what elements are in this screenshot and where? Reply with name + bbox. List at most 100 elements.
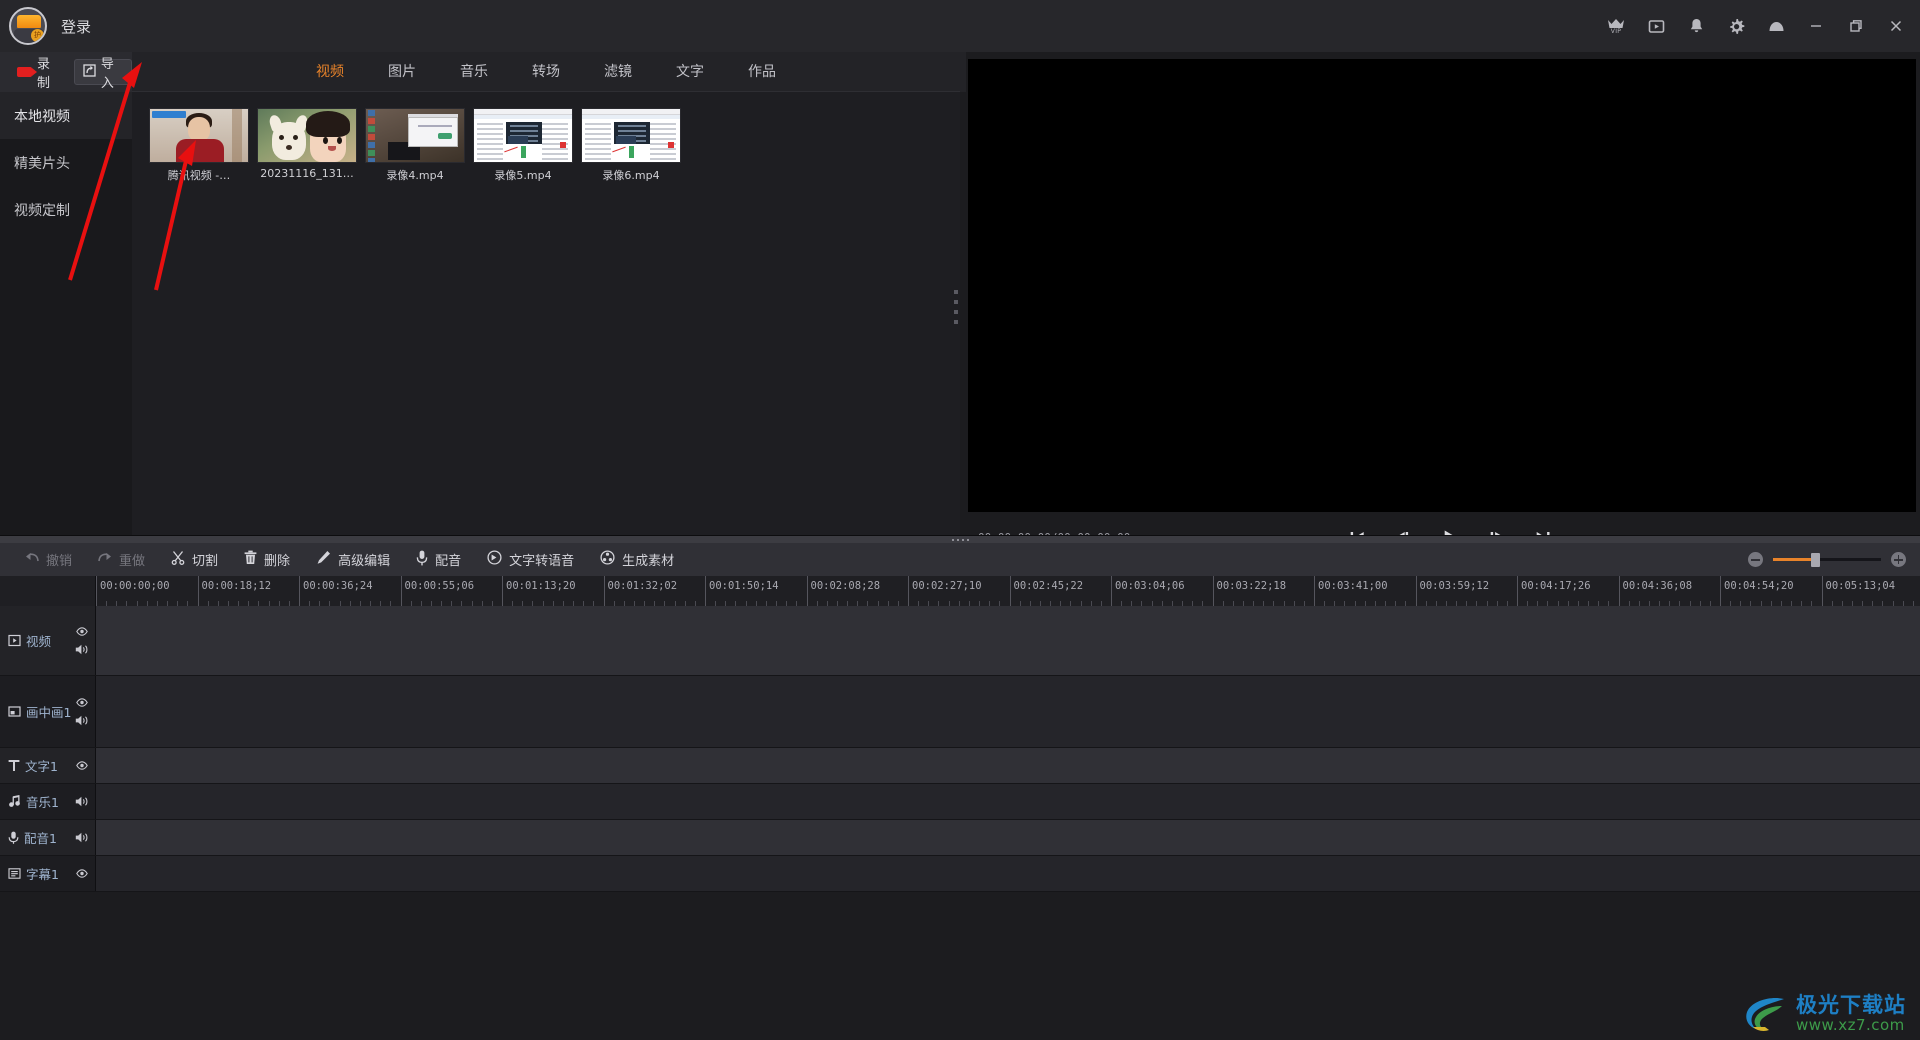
tab-filter[interactable]: 滤镜 [582,52,654,92]
delete-button[interactable]: 删除 [231,547,303,573]
media-item[interactable]: 腾讯视频 -… [149,108,249,182]
track-header[interactable]: 音乐1 [0,784,96,819]
media-thumbnail-grid: 腾讯视频 -… 20231116_131… 录像4.mp4 录像5.mp4 录像… [132,92,960,535]
zoom-in-button[interactable] [1891,552,1906,567]
ruler-major-mark [1111,576,1112,606]
speaker-icon[interactable] [75,796,88,807]
track-header[interactable]: 配音1 [0,820,96,855]
ruler-scale[interactable]: 00:00:00;00 00:00:18;12 00:00:36;24 00:00:5… [96,576,1920,606]
media-thumbnail-image [581,108,681,163]
eye-icon[interactable] [76,761,88,770]
panel-resize-handle[interactable] [952,290,960,324]
timeline-toolbar: 撤销 重做 切割 删除 高级编辑 配音 文字转语音 生成素材 [0,543,1920,576]
media-item[interactable]: 录像6.mp4 [581,108,681,182]
media-item[interactable]: 20231116_131… [257,108,357,181]
minimize-icon[interactable] [1796,6,1836,46]
track-lane[interactable] [96,820,1920,855]
login-label[interactable]: 登录 [61,16,91,37]
redo-icon [98,551,112,568]
redo-button[interactable]: 重做 [85,547,158,573]
tab-text[interactable]: 文字 [654,52,726,92]
import-icon [83,63,96,81]
sidebar-item-intro[interactable]: 精美片头 [0,139,132,186]
close-icon[interactable] [1876,6,1916,46]
titlebar-icon-group: VIP [1596,6,1916,46]
track-label: 配音1 [24,831,57,846]
ruler-major-mark [1821,576,1823,606]
dubbing-button[interactable]: 配音 [403,547,474,573]
timeline-resize-handle[interactable] [0,536,1920,543]
record-button[interactable]: 录制 [8,57,68,91]
import-button[interactable]: 导入 [73,57,132,91]
video-tutorial-icon[interactable] [1636,6,1676,46]
record-label: 录制 [37,57,51,91]
tab-image[interactable]: 图片 [366,52,438,92]
tab-works[interactable]: 作品 [726,52,798,92]
gear-icon[interactable] [1716,6,1756,46]
generate-material-button[interactable]: 生成素材 [587,547,687,573]
dubbing-label: 配音 [435,554,462,569]
timeline-ruler[interactable]: 00:00:00;00 00:00:18;12 00:00:36;24 00:00:5… [0,576,1920,606]
track-header[interactable]: 字幕1 [0,856,96,891]
ruler-tick-label: 00:02:27;10 [912,580,982,592]
media-item[interactable]: 录像4.mp4 [365,108,465,182]
ruler-major-mark [603,576,605,606]
track-header[interactable]: 视频 [0,606,96,675]
zoom-slider-handle[interactable] [1811,553,1820,567]
scissors-icon [171,550,185,569]
tab-music[interactable]: 音乐 [438,52,510,92]
eye-icon[interactable] [75,697,88,707]
camera-record-icon [17,67,37,77]
vip-crown-icon[interactable]: VIP [1596,6,1636,46]
ruler-tick-label: 00:04:36;08 [1622,580,1693,592]
maximize-icon[interactable] [1836,6,1876,46]
mic-track-icon [8,831,19,844]
ruler-major-mark [1720,576,1721,606]
ruler-major-mark [1314,576,1315,606]
track-toggle-group [76,856,88,891]
avatar[interactable]: 护 [9,7,47,45]
tab-transition[interactable]: 转场 [510,52,582,92]
eye-icon[interactable] [75,626,88,636]
text-to-speech-button[interactable]: 文字转语音 [474,547,587,573]
title-bar: 护 登录 VIP [0,0,1920,52]
track-label: 文字1 [25,759,58,774]
track-label: 视频 [26,634,52,649]
text-to-speech-label: 文字转语音 [509,554,575,569]
media-item[interactable]: 录像5.mp4 [473,108,573,182]
eye-icon[interactable] [76,869,88,878]
split-button[interactable]: 切割 [158,547,231,573]
avatar-art-top [17,15,41,28]
ruler-major-mark [299,576,300,606]
speaker-icon[interactable] [75,832,88,843]
track-lane[interactable] [96,784,1920,819]
undo-label: 撤销 [46,554,73,569]
sidebar-item-custom-video[interactable]: 视频定制 [0,186,132,233]
track-lane[interactable] [96,856,1920,891]
advanced-edit-button[interactable]: 高级编辑 [303,547,403,573]
track-lane[interactable] [96,676,1920,747]
sidebar-item-local-video[interactable]: 本地视频 [0,92,132,139]
track-header[interactable]: 画中画1 [0,676,96,747]
ruler-corner [0,576,96,606]
redo-label: 重做 [119,554,146,569]
speaker-icon[interactable] [75,715,88,726]
track-label: 音乐1 [26,795,59,810]
preview-screen[interactable] [968,59,1916,512]
zoom-slider[interactable] [1773,553,1881,567]
undo-button[interactable]: 撤销 [12,547,85,573]
timeline-track: 配音1 [0,820,1920,856]
timeline-empty-area[interactable] [0,892,1920,1040]
ruler-major-mark [1009,576,1011,606]
media-thumbnail-image [257,108,357,163]
speaker-icon[interactable] [75,644,88,655]
tab-video[interactable]: 视频 [294,52,366,92]
zoom-out-button[interactable] [1748,552,1763,567]
video-track-icon [8,634,21,647]
track-header[interactable]: 文字1 [0,748,96,783]
track-lane[interactable] [96,606,1920,675]
track-lane[interactable] [96,748,1920,783]
timeline-panel: 撤销 重做 切割 删除 高级编辑 配音 文字转语音 生成素材 00:00:00;… [0,535,1920,1040]
bell-icon[interactable] [1676,6,1716,46]
home-icon[interactable] [1756,6,1796,46]
